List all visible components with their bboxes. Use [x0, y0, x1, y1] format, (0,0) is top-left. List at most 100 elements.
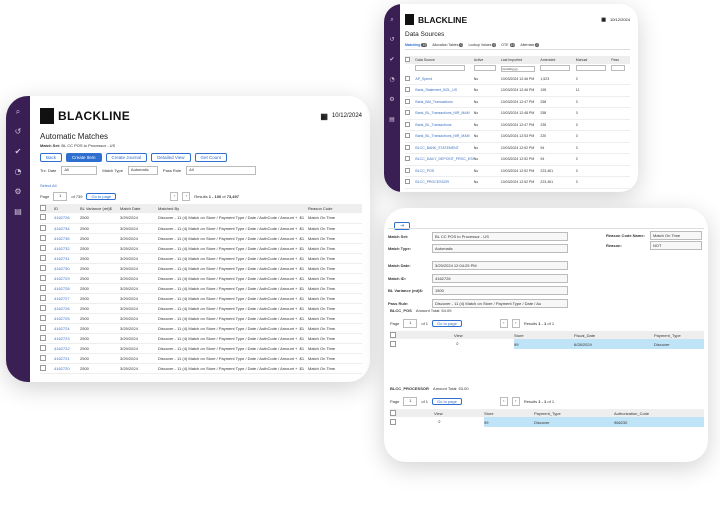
list-item[interactable]: BLCC_POS No 10/03/2024 12:52 PM 223,461 0 — [405, 165, 630, 177]
filter-data-source[interactable] — [415, 65, 466, 71]
row-id[interactable]: 4162728 — [54, 283, 80, 293]
row-id[interactable]: 4162722 — [54, 343, 80, 353]
row-id[interactable]: 4162727 — [54, 293, 80, 303]
col-data-source[interactable]: Data Source — [415, 56, 473, 64]
row-data-source[interactable]: BLCC_DAILY_DEPOSIT_PROC_ESSOR — [415, 154, 473, 166]
list-item[interactable]: Bank_BAI_Transactions No 10/03/2024 12:47 … — [405, 96, 630, 108]
row-id[interactable]: 4162732 — [54, 243, 80, 253]
select-all-checkbox[interactable] — [405, 56, 415, 64]
table-row[interactable]: 4162721 2500 3/29/2024 Discover - 11 (4) Ma… — [40, 353, 362, 363]
pos-select-checkbox[interactable] — [390, 331, 404, 339]
pos-prev-button[interactable]: ‹ — [499, 319, 508, 328]
row-id[interactable]: 4162731 — [54, 253, 80, 263]
row-data-source[interactable]: Bank_Statement_BOL_US — [415, 85, 473, 97]
check-icon[interactable]: ✔ — [384, 56, 400, 64]
row-id[interactable]: 4162723 — [54, 333, 80, 343]
row-checkbox[interactable] — [40, 273, 54, 283]
row-checkbox[interactable] — [40, 243, 54, 253]
row-data-source[interactable]: Bank_BL_Transactions_NIR_MAM — [415, 108, 473, 120]
row-checkbox[interactable] — [40, 333, 54, 343]
table-row[interactable]: 4162732 2500 3/29/2024 Discover - 11 (4) Ma… — [40, 243, 362, 253]
list-item[interactable]: Bank_Statement_BOL_US No 10/03/2024 12:46 … — [405, 85, 630, 97]
create-journal-button[interactable]: Create Journal — [105, 153, 148, 162]
row-checkbox[interactable] — [40, 313, 54, 323]
magnifier-icon[interactable]: ⌕ — [404, 417, 484, 427]
table-row[interactable]: 4162735 2500 3/29/2024 Discover - 11 (4) Ma… — [40, 233, 362, 243]
row-checkbox[interactable] — [40, 223, 54, 233]
proc-row[interactable]: ⌕ 99 Discover 966230 — [390, 417, 704, 427]
row-checkbox[interactable] — [405, 165, 415, 177]
page-input[interactable]: 1 — [53, 192, 68, 201]
proc-next-button[interactable]: › — [511, 397, 520, 406]
col-manual[interactable]: Manual — [576, 56, 611, 64]
history-icon[interactable]: ↺ — [6, 128, 30, 136]
table-row[interactable]: 4162724 2500 3/29/2024 Discover - 11 (4) Ma… — [40, 323, 362, 333]
proc-row-checkbox[interactable] — [390, 417, 404, 427]
table-row[interactable]: 4162726 2500 3/29/2024 Discover - 11 (4) Ma… — [40, 213, 362, 223]
table-row[interactable]: 4162725 2500 3/29/2024 Discover - 11 (4) Ma… — [40, 313, 362, 323]
select-all-link[interactable]: Select All — [40, 183, 362, 188]
list-item[interactable]: BLCC_BANK_STATEMENT No 10/03/2024 12:52 PM… — [405, 142, 630, 154]
pos-page-input[interactable]: 1 — [403, 319, 418, 328]
row-id[interactable]: 4162725 — [54, 313, 80, 323]
table-row[interactable]: 4162723 2500 3/29/2024 Discover - 11 (4) Ma… — [40, 333, 362, 343]
row-checkbox[interactable] — [405, 119, 415, 131]
list-item[interactable]: Bank_BL_Transactions_NIR_MAM No 10/03/2024… — [405, 108, 630, 120]
row-data-source[interactable]: BLCC_POS — [415, 165, 473, 177]
tab-0[interactable]: Matching 19 — [405, 43, 428, 47]
proc-go-to-page-button[interactable]: Go to page — [432, 398, 462, 405]
row-data-source[interactable]: BLCC_BANK_STATEMENT — [415, 142, 473, 154]
row-id[interactable]: 4162721 — [54, 353, 80, 363]
proc-col-store[interactable]: Store — [484, 409, 534, 417]
col-id[interactable]: ID — [54, 204, 80, 213]
create-item-button[interactable]: Create Item — [66, 153, 102, 162]
select-all-checkbox[interactable] — [40, 204, 54, 213]
pos-col-store[interactable]: Store — [514, 331, 574, 339]
row-checkbox[interactable] — [40, 363, 54, 373]
filter-last-imported[interactable]: mm/dd/yyyy — [500, 65, 535, 72]
col-match-date[interactable]: Match Date — [120, 204, 158, 213]
pos-next-button[interactable]: › — [511, 319, 520, 328]
proc-col-payment-type[interactable]: Payment_Type — [534, 409, 614, 417]
list-item[interactable]: BLCC_PROCESSOR No 10/03/2024 12:52 PM 223,4… — [405, 177, 630, 189]
table-row[interactable]: 4162729 2500 3/29/2024 Discover - 11 (4) Ma… — [40, 273, 362, 283]
row-data-source[interactable]: Bank_BAI_Transactions — [415, 96, 473, 108]
filter-manual[interactable] — [575, 65, 606, 71]
table-row[interactable]: 4162726 2500 3/29/2024 Discover - 11 (4) Ma… — [40, 303, 362, 313]
row-id[interactable]: 4162734 — [54, 223, 80, 233]
filter-pass[interactable] — [611, 65, 626, 71]
row-checkbox[interactable] — [405, 142, 415, 154]
back-button[interactable]: Back — [40, 153, 63, 162]
table-row[interactable]: 4162731 2500 3/29/2024 Discover - 11 (4) Ma… — [40, 253, 362, 263]
row-id[interactable]: 4162730 — [54, 263, 80, 273]
tab-2[interactable]: Lookup Values 0 — [468, 43, 497, 47]
row-data-source[interactable]: AP_Spend — [415, 73, 473, 85]
col-matched-by[interactable]: Matched By — [158, 204, 308, 213]
row-id[interactable]: 4162724 — [54, 323, 80, 333]
row-checkbox[interactable] — [405, 177, 415, 189]
row-checkbox[interactable] — [40, 303, 54, 313]
row-id[interactable]: 4162726 — [54, 213, 80, 223]
proc-select-checkbox[interactable] — [390, 409, 404, 417]
filter-active[interactable] — [473, 65, 496, 71]
row-checkbox[interactable] — [40, 343, 54, 353]
row-checkbox[interactable] — [405, 131, 415, 143]
row-data-source[interactable]: BLCC_PROCESSOR — [415, 177, 473, 189]
list-item[interactable]: BLCC_DAILY_DEPOSIT_PROC_ESSOR No 10/03/202… — [405, 154, 630, 166]
col-last-imported[interactable]: Last Imported — [501, 56, 541, 64]
table-row[interactable]: 4162730 2500 3/29/2024 Discover - 11 (4) Ma… — [40, 263, 362, 273]
list-item[interactable]: Bank_BL_Transactions No 10/03/2024 12:47 P… — [405, 119, 630, 131]
row-checkbox[interactable] — [40, 283, 54, 293]
pos-col-fiscal-date[interactable]: Fiscal_Date — [574, 331, 654, 339]
row-id[interactable]: 4162729 — [54, 273, 80, 283]
row-checkbox[interactable] — [405, 108, 415, 120]
col-variance[interactable]: BL Variance (mt)$ — [80, 204, 120, 213]
row-checkbox[interactable] — [405, 85, 415, 97]
magnifier-icon[interactable]: ⌕ — [404, 339, 514, 349]
table-row[interactable]: 4162734 2500 3/29/2024 Discover - 11 (4) Ma… — [40, 223, 362, 233]
tab-3[interactable]: OTE 19 — [501, 43, 516, 47]
proc-col-authorization-code[interactable]: Authorization_Code — [614, 409, 704, 417]
trx-date-select[interactable]: All — [61, 166, 98, 175]
gear-icon[interactable]: ⚙ — [6, 188, 30, 196]
proc-col-view[interactable]: View — [404, 409, 484, 417]
